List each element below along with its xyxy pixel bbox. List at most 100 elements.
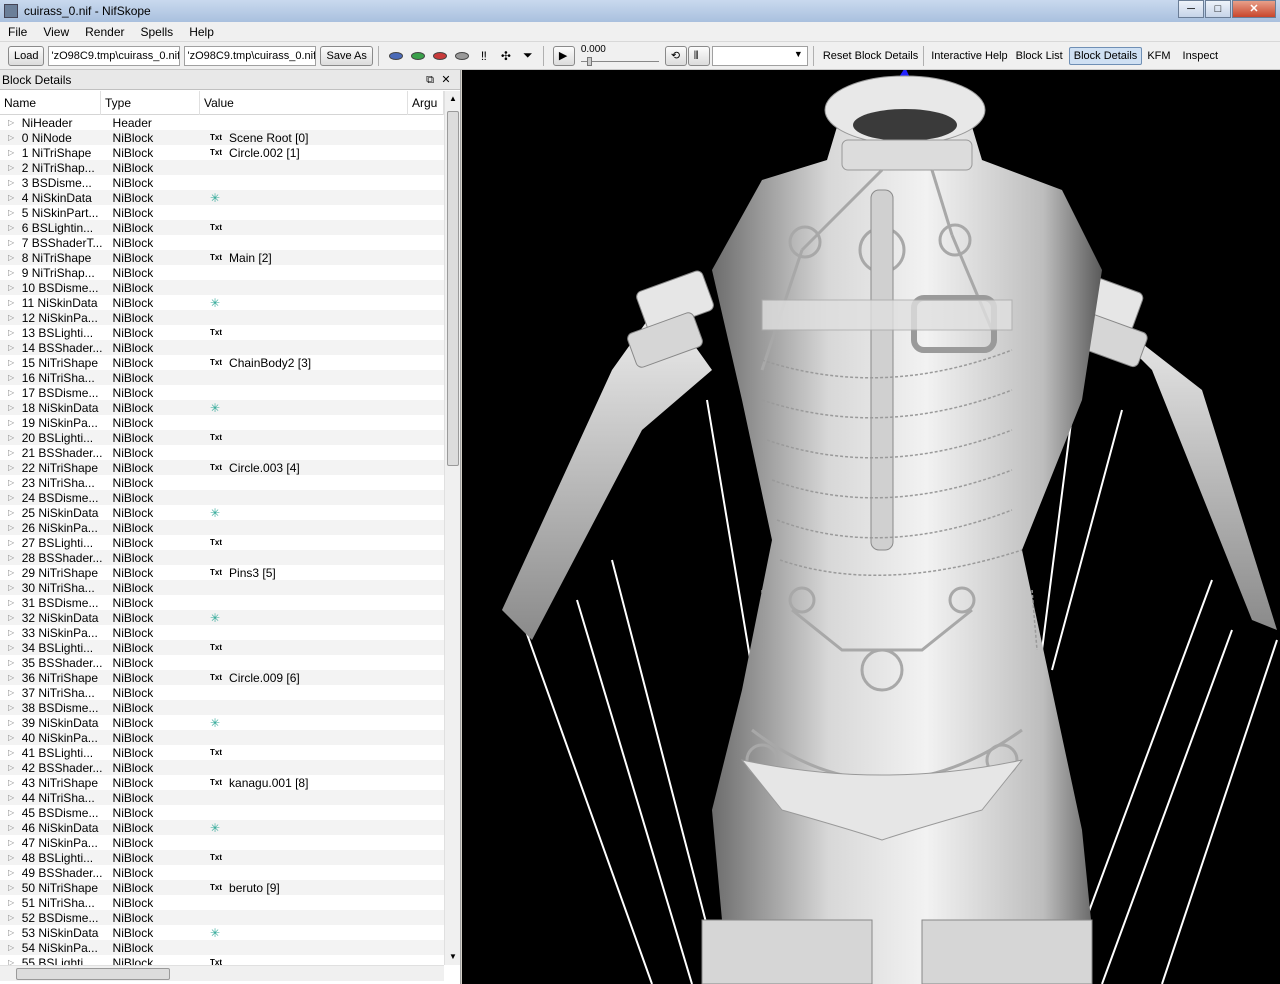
tree-row[interactable]: ▷ 36 NiTriShape NiBlock Txt Circle.009 [6] <box>0 670 444 685</box>
inspect-button[interactable]: Inspect <box>1183 50 1218 62</box>
tree-row[interactable]: ▷ 18 NiSkinData NiBlock ✳ <box>0 400 444 415</box>
expand-arrow-icon[interactable]: ▷ <box>8 523 18 532</box>
tree-row[interactable]: ▷ 38 BSDisme... NiBlock <box>0 700 444 715</box>
menu-view[interactable]: View <box>35 25 77 39</box>
tree-row[interactable]: ▷ 55 BSLighti... NiBlock Txt <box>0 955 444 966</box>
scroll-down-icon[interactable]: ▼ <box>445 949 461 965</box>
expand-arrow-icon[interactable]: ▷ <box>8 418 18 427</box>
view-gray-eye-icon[interactable] <box>452 46 472 66</box>
tree-row[interactable]: ▷ 7 BSShaderT... NiBlock <box>0 235 444 250</box>
expand-arrow-icon[interactable]: ▷ <box>8 163 18 172</box>
expand-arrow-icon[interactable]: ▷ <box>8 193 18 202</box>
tree-row[interactable]: ▷ 9 NiTriShap... NiBlock <box>0 265 444 280</box>
expand-arrow-icon[interactable]: ▷ <box>8 823 18 832</box>
expand-arrow-icon[interactable]: ▷ <box>8 883 18 892</box>
menu-spells[interactable]: Spells <box>133 25 182 39</box>
expand-arrow-icon[interactable]: ▷ <box>8 283 18 292</box>
tree-row[interactable]: ▷ 48 BSLighti... NiBlock Txt <box>0 850 444 865</box>
expand-arrow-icon[interactable]: ▷ <box>8 748 18 757</box>
loop-button[interactable]: ⟲ <box>664 45 687 66</box>
tree-row[interactable]: ▷ 29 NiTriShape NiBlock Txt Pins3 [5] <box>0 565 444 580</box>
interactive-help-button[interactable]: Interactive Help <box>931 50 1007 62</box>
tree-row[interactable]: ▷ 13 BSLighti... NiBlock Txt <box>0 325 444 340</box>
tree-row[interactable]: ▷ 12 NiSkinPa... NiBlock <box>0 310 444 325</box>
expand-arrow-icon[interactable]: ▷ <box>8 943 18 952</box>
expand-arrow-icon[interactable]: ▷ <box>8 793 18 802</box>
reset-block-details-button[interactable]: Reset Block Details <box>823 50 918 62</box>
tree-row[interactable]: ▷ 33 NiSkinPa... NiBlock <box>0 625 444 640</box>
expand-arrow-icon[interactable]: ▷ <box>8 388 18 397</box>
expand-arrow-icon[interactable]: ▷ <box>8 328 18 337</box>
tree-row[interactable]: ▷ 25 NiSkinData NiBlock ✳ <box>0 505 444 520</box>
column-type[interactable]: Type <box>101 91 200 115</box>
play-button[interactable]: ▶ <box>552 45 575 66</box>
expand-arrow-icon[interactable]: ▷ <box>8 463 18 472</box>
scroll-up-icon[interactable]: ▲ <box>445 91 461 107</box>
expand-arrow-icon[interactable]: ▷ <box>8 928 18 937</box>
expand-arrow-icon[interactable]: ▷ <box>8 403 18 412</box>
tree-row[interactable]: ▷ 6 BSLightin... NiBlock Txt <box>0 220 444 235</box>
tree-row[interactable]: ▷ 43 NiTriShape NiBlock Txt kanagu.001 [8] <box>0 775 444 790</box>
expand-arrow-icon[interactable]: ▷ <box>8 838 18 847</box>
tree-row[interactable]: ▷ 0 NiNode NiBlock Txt Scene Root [0] <box>0 130 444 145</box>
axes-icon[interactable]: ✣ <box>496 46 516 66</box>
block-details-button[interactable]: Block Details <box>1068 46 1143 65</box>
tree-row[interactable]: ▷ 34 BSLighti... NiBlock Txt <box>0 640 444 655</box>
tree-row[interactable]: ▷ 54 NiSkinPa... NiBlock <box>0 940 444 955</box>
expand-arrow-icon[interactable]: ▷ <box>8 853 18 862</box>
expand-arrow-icon[interactable]: ▷ <box>8 208 18 217</box>
maximize-button[interactable]: □ <box>1205 0 1231 18</box>
tree-row[interactable]: ▷ 11 NiSkinData NiBlock ✳ <box>0 295 444 310</box>
expand-arrow-icon[interactable]: ▷ <box>8 493 18 502</box>
close-button[interactable]: ✕ <box>1232 0 1276 18</box>
tree-row[interactable]: ▷ 16 NiTriSha... NiBlock <box>0 370 444 385</box>
tree-row[interactable]: ▷ 37 NiTriSha... NiBlock <box>0 685 444 700</box>
tree-row[interactable]: ▷ 2 NiTriShap... NiBlock <box>0 160 444 175</box>
horizontal-scrollbar[interactable] <box>0 965 444 981</box>
expand-arrow-icon[interactable]: ▷ <box>8 553 18 562</box>
expand-arrow-icon[interactable]: ▷ <box>8 373 18 382</box>
kfm-button[interactable]: KFM <box>1147 50 1170 62</box>
tree-row[interactable]: ▷ 49 BSShader... NiBlock <box>0 865 444 880</box>
tree-row[interactable]: ▷ 47 NiSkinPa... NiBlock <box>0 835 444 850</box>
tree-row[interactable]: ▷ 40 NiSkinPa... NiBlock <box>0 730 444 745</box>
expand-arrow-icon[interactable]: ▷ <box>8 298 18 307</box>
tree-row[interactable]: ▷ 39 NiSkinData NiBlock ✳ <box>0 715 444 730</box>
tree-row[interactable]: ▷ 50 NiTriShape NiBlock Txt beruto [9] <box>0 880 444 895</box>
expand-arrow-icon[interactable]: ▷ <box>8 703 18 712</box>
tree-row[interactable]: ▷ 44 NiTriSha... NiBlock <box>0 790 444 805</box>
tree-row[interactable]: ▷ 28 BSShader... NiBlock <box>0 550 444 565</box>
tree-row[interactable]: ▷ 17 BSDisme... NiBlock <box>0 385 444 400</box>
tree-row[interactable]: ▷ 22 NiTriShape NiBlock Txt Circle.003 [4] <box>0 460 444 475</box>
expand-arrow-icon[interactable]: ▷ <box>8 343 18 352</box>
vertical-scrollbar[interactable]: ▲ ▼ <box>444 91 460 965</box>
tree-row[interactable]: ▷ 46 NiSkinData NiBlock ✳ <box>0 820 444 835</box>
tree-row[interactable]: ▷ 5 NiSkinPart... NiBlock <box>0 205 444 220</box>
expand-arrow-icon[interactable]: ▷ <box>8 268 18 277</box>
tree-row[interactable]: ▷ 8 NiTriShape NiBlock Txt Main [2] <box>0 250 444 265</box>
expand-arrow-icon[interactable]: ▷ <box>8 958 18 965</box>
view-dropdown-icon[interactable]: ⏷ <box>518 46 538 66</box>
column-value[interactable]: Value <box>200 91 408 115</box>
view-red-eye-icon[interactable] <box>430 46 450 66</box>
expand-arrow-icon[interactable]: ▷ <box>8 223 18 232</box>
tree-row[interactable]: ▷ 51 NiTriSha... NiBlock <box>0 895 444 910</box>
tree-row[interactable]: ▷ 24 BSDisme... NiBlock <box>0 490 444 505</box>
view-blue-eye-icon[interactable] <box>386 46 406 66</box>
expand-arrow-icon[interactable]: ▷ <box>8 688 18 697</box>
scrollbar-thumb[interactable] <box>447 111 459 466</box>
tree-row[interactable]: ▷ 1 NiTriShape NiBlock Txt Circle.002 [1] <box>0 145 444 160</box>
expand-arrow-icon[interactable]: ▷ <box>8 673 18 682</box>
column-argument[interactable]: Argu <box>408 91 444 115</box>
tree-row[interactable]: ▷ 20 BSLighti... NiBlock Txt <box>0 430 444 445</box>
expand-arrow-icon[interactable]: ▷ <box>8 628 18 637</box>
tree-row[interactable]: ▷ 19 NiSkinPa... NiBlock <box>0 415 444 430</box>
close-panel-icon[interactable]: ✕ <box>438 72 454 88</box>
walk-icon[interactable]: ‼ <box>474 46 494 66</box>
expand-arrow-icon[interactable]: ▷ <box>8 253 18 262</box>
load-button[interactable]: Load <box>8 45 45 66</box>
tree-row[interactable]: ▷ 27 BSLighti... NiBlock Txt <box>0 535 444 550</box>
expand-arrow-icon[interactable]: ▷ <box>8 643 18 652</box>
expand-arrow-icon[interactable]: ▷ <box>8 358 18 367</box>
float-panel-icon[interactable]: ⧉ <box>422 72 438 88</box>
